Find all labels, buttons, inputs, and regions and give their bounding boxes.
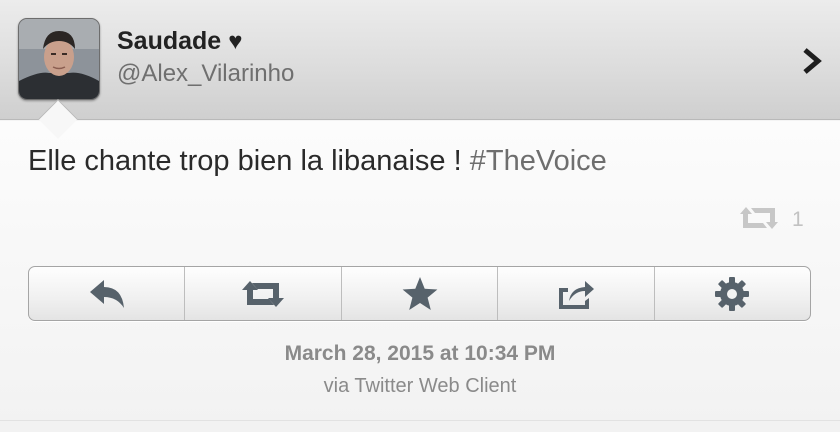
- avatar[interactable]: [18, 18, 100, 100]
- reply-button[interactable]: [29, 267, 184, 320]
- heart-icon: ♥: [228, 28, 243, 55]
- star-icon: [402, 276, 437, 310]
- reply-icon: [89, 279, 124, 308]
- tweet-source: via Twitter Web Client: [323, 375, 517, 397]
- retweet-count: 1: [792, 208, 804, 231]
- share-button[interactable]: [497, 267, 653, 320]
- tweet-actions-toolbar: [28, 266, 811, 321]
- author-display-name[interactable]: Saudade ♥: [117, 27, 242, 56]
- author-handle[interactable]: @Alex_Vilarinho: [117, 60, 294, 88]
- display-name-text: Saudade: [117, 27, 222, 55]
- retweet-icon: [242, 280, 285, 307]
- tweet-author-header[interactable]: Saudade ♥ @Alex_Vilarinho: [0, 0, 840, 120]
- retweet-stats[interactable]: 1: [736, 205, 804, 235]
- share-icon: [558, 280, 594, 309]
- retweet-button[interactable]: [184, 267, 340, 320]
- tweet-text: Elle chante trop bien la libanaise ! #Th…: [28, 145, 607, 178]
- chevron-right-icon[interactable]: [800, 46, 824, 76]
- tweet-timestamp: March 28, 2015 at 10:34 PM: [284, 342, 556, 365]
- tweet-text-body: Elle chante trop bien la libanaise !: [28, 145, 470, 177]
- more-options-button[interactable]: [653, 267, 810, 320]
- gear-icon: [715, 276, 750, 311]
- favorite-button[interactable]: [340, 267, 497, 320]
- divider: [0, 420, 840, 421]
- hashtag-link[interactable]: #TheVoice: [470, 145, 607, 177]
- retweet-count-icon: [736, 204, 782, 237]
